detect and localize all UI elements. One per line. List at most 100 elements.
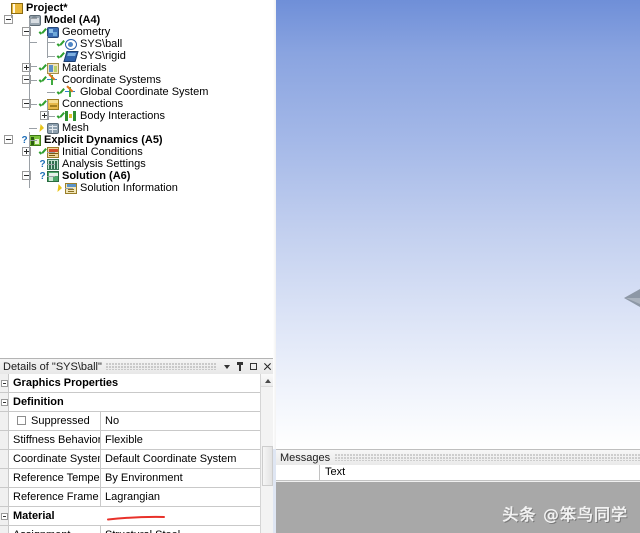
tree-connector-line <box>29 104 37 105</box>
status-check-icon <box>38 64 47 73</box>
messages-list[interactable]: 头条 @笨鸟同学 <box>276 482 640 533</box>
tree-item-model-a4[interactable]: Model (A4) <box>0 14 273 26</box>
details-scrollbar[interactable] <box>260 374 273 533</box>
tree-item-label: Solution Information <box>80 182 178 194</box>
maximize-icon[interactable] <box>247 360 260 373</box>
collapse-icon[interactable] <box>4 135 13 144</box>
graphics-viewport[interactable] <box>276 0 640 449</box>
suppressed-checkbox[interactable] <box>17 416 26 425</box>
tree-item-sys-ball[interactable]: SYS\ball <box>0 38 273 50</box>
details-row-label-text: Suppressed <box>31 415 90 427</box>
tree-item-solution-information[interactable]: Solution Information <box>0 182 273 194</box>
tree-item-label: SYS\rigid <box>80 50 126 62</box>
tree-connector-line <box>29 128 37 129</box>
tree-connector-line <box>29 66 37 67</box>
outline-tree[interactable]: Project*Model (A4)GeometrySYS\ballSYS\ri… <box>0 0 273 356</box>
tree-connector-line <box>11 14 12 18</box>
pin-icon[interactable] <box>234 360 247 373</box>
tree-item-explicit-dynamics-a5[interactable]: ?Explicit Dynamics (A5) <box>0 134 273 146</box>
details-row-value[interactable]: Flexible <box>101 431 273 449</box>
tree-item-project[interactable]: Project* <box>0 2 273 14</box>
tree-item-label: Analysis Settings <box>62 158 146 170</box>
details-row-value[interactable]: By Environment <box>101 469 273 487</box>
details-row-label: Assignment <box>9 526 101 533</box>
tree-item-geometry[interactable]: Geometry <box>0 26 273 38</box>
project-icon <box>11 3 23 14</box>
tree-connector-line <box>29 80 37 81</box>
details-row[interactable]: Reference FrameLagrangian <box>0 488 273 507</box>
details-row-value[interactable]: Default Coordinate System <box>101 450 273 468</box>
tree-connector-line <box>47 164 55 165</box>
mesh-icon <box>47 123 59 134</box>
details-row[interactable]: Material <box>0 507 273 526</box>
section-collapse-icon[interactable] <box>0 507 9 525</box>
rigid-body-icon <box>63 51 78 62</box>
details-row[interactable]: Definition <box>0 393 273 412</box>
tree-connector-line <box>29 42 37 43</box>
tree-connector-line <box>47 152 55 153</box>
row-gutter <box>0 469 9 487</box>
tree-item-mesh[interactable]: Mesh <box>0 122 273 134</box>
details-property-grid[interactable]: Graphics PropertiesDefinition Suppressed N… <box>0 374 273 533</box>
details-row[interactable]: Reference TemperatureBy Environment <box>0 469 273 488</box>
details-row-label: Graphics Properties <box>9 374 273 392</box>
details-row[interactable]: Suppressed No <box>0 412 273 431</box>
tree-item-label: Connections <box>62 98 123 110</box>
messages-column-icon[interactable] <box>276 465 320 480</box>
details-row[interactable]: Coordinate SystemDefault Coordinate Syst… <box>0 450 273 469</box>
tree-item-body-interactions[interactable]: Body Interactions <box>0 110 273 122</box>
model-icon <box>29 15 41 26</box>
right-column: Messages Text 头条 @笨鸟同学 <box>273 0 640 533</box>
viewport-left-border <box>273 0 276 449</box>
details-row-label: Definition <box>9 393 273 411</box>
tree-connector-line <box>47 92 55 93</box>
tree-item-solution-a6[interactable]: ? Solution (A6) <box>0 170 273 182</box>
section-collapse-icon[interactable] <box>0 393 9 411</box>
caret-down-icon[interactable] <box>221 360 234 373</box>
tree-connector-line <box>47 116 55 117</box>
tree-item-label: SYS\ball <box>80 38 122 50</box>
tree-item-label: Solution (A6) <box>62 170 130 182</box>
tree-item-label: Materials <box>62 62 107 74</box>
tree-item-connections[interactable]: Connections <box>0 98 273 110</box>
tree-connector-line <box>47 100 48 120</box>
tree-item-global-coordinate-system[interactable]: Global Coordinate System <box>0 86 273 98</box>
details-row-value[interactable]: Structural Steel <box>101 526 273 533</box>
tree-item-label: Project* <box>26 2 68 14</box>
details-row[interactable]: AssignmentStructural Steel <box>0 526 273 533</box>
details-row-label: Reference Frame <box>9 488 101 506</box>
status-check-icon <box>38 28 47 37</box>
collapse-box-icon[interactable] <box>1 380 8 387</box>
messages-column-text[interactable]: Text <box>320 465 640 480</box>
messages-panel: Messages Text 头条 @笨鸟同学 <box>276 449 640 533</box>
titlebar-dotted-filler <box>106 363 217 370</box>
details-panel-title: Details of "SYS\ball" <box>3 361 102 373</box>
close-icon[interactable] <box>260 360 273 373</box>
details-row[interactable]: Stiffness BehaviorFlexible <box>0 431 273 450</box>
geometry-arrow-shade <box>626 298 640 304</box>
tree-item-initial-conditions[interactable]: Initial Conditions <box>0 146 273 158</box>
tree-connector-line <box>29 140 37 141</box>
section-collapse-icon[interactable] <box>0 374 9 392</box>
scrollbar-thumb[interactable] <box>262 446 273 486</box>
details-row[interactable]: Graphics Properties <box>0 374 273 393</box>
tree-item-sys-rigid[interactable]: SYS\rigid <box>0 50 273 62</box>
collapse-box-icon[interactable] <box>1 399 8 406</box>
status-question-icon: ? <box>38 172 47 181</box>
status-question-icon: ? <box>20 136 29 145</box>
tree-connector-line <box>29 18 30 110</box>
tree-item-analysis-settings[interactable]: ?Analysis Settings <box>0 158 273 170</box>
details-row-label: Material <box>9 507 273 525</box>
tree-connector-line <box>47 176 55 177</box>
details-row-value[interactable]: No <box>101 412 273 430</box>
details-row-label: Reference Temperature <box>9 469 101 487</box>
status-check-icon <box>56 112 65 121</box>
messages-column-header: Text <box>276 465 640 481</box>
tree-item-materials[interactable]: Materials <box>0 62 273 74</box>
row-gutter <box>0 431 9 449</box>
tree-item-coordinate-systems[interactable]: Coordinate Systems <box>0 74 273 86</box>
details-row-value[interactable]: Lagrangian <box>101 488 273 506</box>
materials-icon <box>47 63 59 74</box>
collapse-box-icon[interactable] <box>1 513 8 520</box>
geometry-icon <box>47 27 59 38</box>
